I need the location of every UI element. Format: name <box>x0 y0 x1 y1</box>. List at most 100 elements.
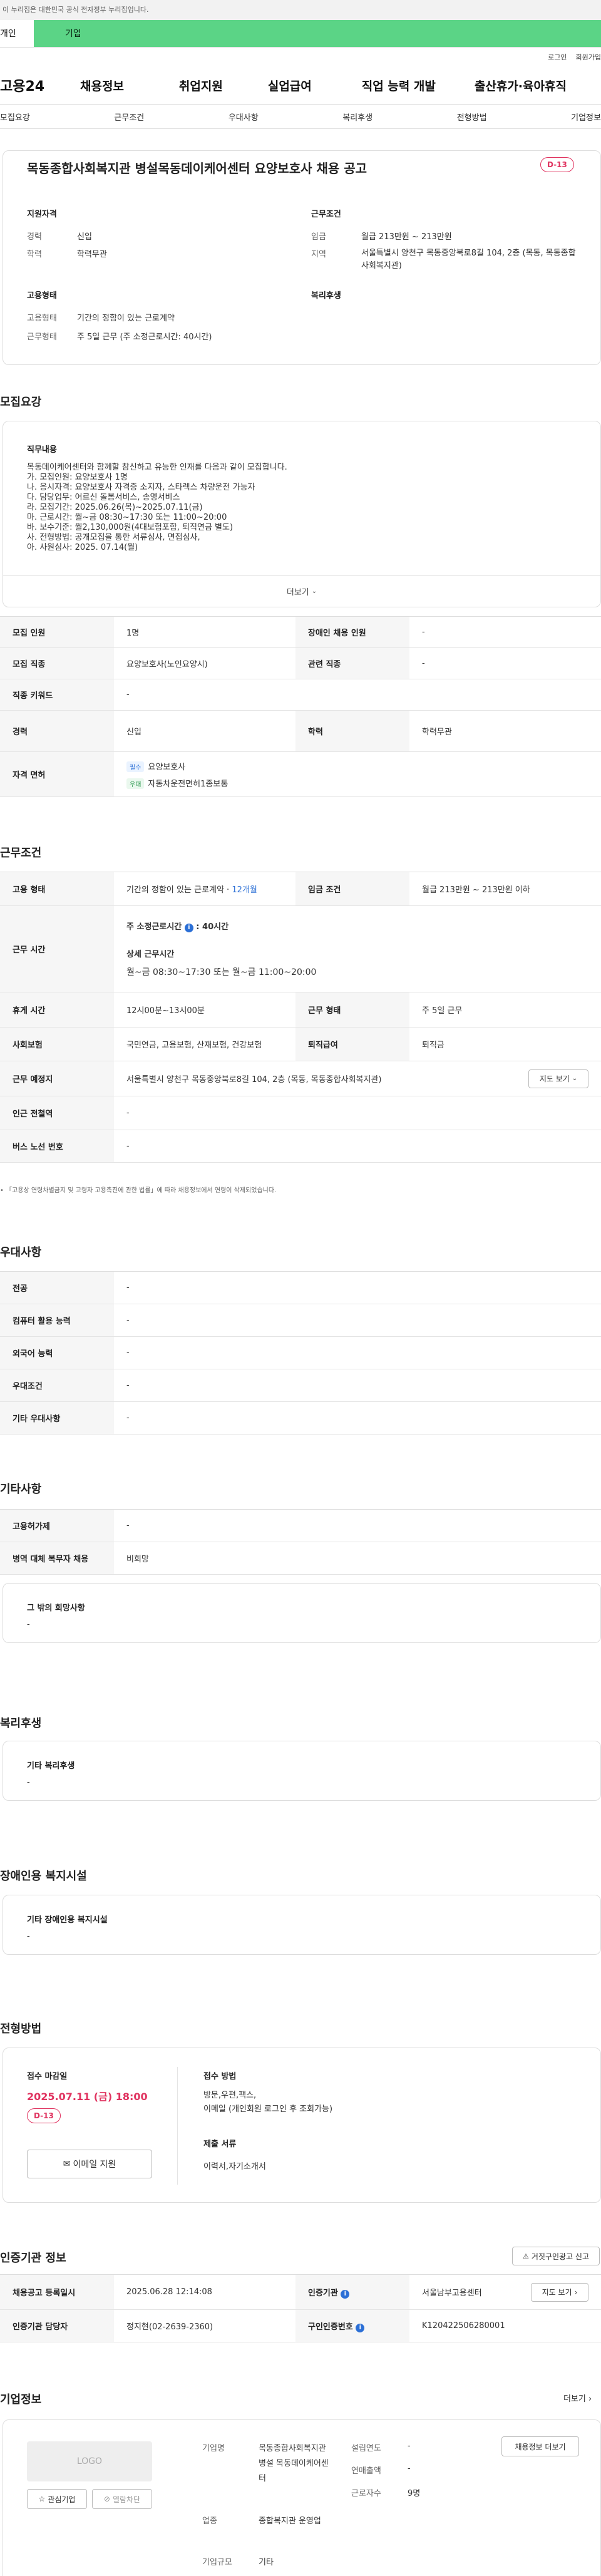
etype-months: 12개월 <box>232 885 257 895</box>
cell-value: K120422506280001 <box>409 2309 601 2342</box>
cell-value: - <box>114 1271 601 1304</box>
emp-heading: 고용형태 <box>27 291 57 301</box>
place-cell: 서울특별시 양천구 목동중앙북로8길 104, 2층 (목동, 목동종합사회복지… <box>114 1061 601 1096</box>
duty-line: 가. 모집인원: 요양보호사 1명 <box>27 473 128 482</box>
company-more-link[interactable]: 더보기 › <box>563 2392 592 2404</box>
duty-heading: 직무내용 <box>27 445 57 455</box>
docs-heading: 제출 서류 <box>203 2140 237 2149</box>
hours-detail-heading: 상세 근무시간 <box>126 950 175 959</box>
tab-corp[interactable]: 기업 <box>34 20 601 47</box>
tab-personal[interactable]: 개인 <box>0 20 34 47</box>
etype-key: 고용형태 <box>27 314 57 323</box>
join-link[interactable]: 회원가입 <box>576 52 601 62</box>
duty-line: 목동데이케어센터와 함께할 참신하고 유능한 인재를 다음과 같이 모집합니다. <box>27 463 287 472</box>
company-card: LOGO ☆ 관심기업 ⊘ 열람차단 기업명 목동종합사회복지관 병설 목동데이케어… <box>3 2419 601 2576</box>
cond-heading: 근무조건 <box>311 210 341 219</box>
login-link[interactable]: 로그인 <box>548 52 567 62</box>
gnb-item-leave[interactable]: 출산휴가·육아휴직 <box>475 77 567 94</box>
emp-value: 9명 <box>408 2489 421 2498</box>
cell-key: 외국어 능력 <box>0 1336 114 1369</box>
cell-key: 경력 <box>0 710 114 752</box>
disab-box-heading: 기타 장애인용 복지시설 <box>27 1915 108 1925</box>
org-value: 서울남부고용센터 <box>422 2289 482 2298</box>
age-note-text: 「고용상 연령차별금지 및 고령자 고용촉진에 관한 법률」에 따라 채용정보에… <box>6 1187 277 1194</box>
cell-value: 12시00분~13시00분 <box>114 992 295 1028</box>
cell-key: 퇴직급여 <box>295 1027 409 1061</box>
anchor-condition[interactable]: 근무조건 <box>114 111 144 123</box>
duty-line: 아. 사원심사: 2025. 07.14(월) <box>27 543 138 552</box>
gnb-item-employment[interactable]: 취업지원 <box>179 77 223 94</box>
gnb-item-benefit[interactable]: 실업급여 <box>268 77 312 94</box>
cert-map-label: 지도 보기 <box>542 2288 572 2297</box>
cell-key: 근무 시간 <box>0 905 114 992</box>
email-apply-button[interactable]: ✉ 이메일 지원 <box>27 2150 152 2178</box>
cell-value: - <box>409 647 601 679</box>
cell-key: 기타 우대사항 <box>0 1401 114 1435</box>
duty-line: 라. 모집기간: 2025.06.26(목)~2025.07.11(금) <box>27 503 203 512</box>
condition-heading: 근무조건 <box>0 847 42 860</box>
chevron-down-icon: ⌄ <box>311 588 317 595</box>
anchor-pref[interactable]: 우대사항 <box>229 111 259 123</box>
cert-table: 채용공고 등록일시 2025.06.28 12:14:08 인증기관 i 서울남부고용… <box>0 2274 601 2342</box>
cell-value: - <box>114 1304 601 1337</box>
cell-value: 2025.06.28 12:14:08 <box>114 2274 295 2310</box>
more-button[interactable]: 더보기 ⌄ <box>3 575 600 607</box>
email-apply-label: 이메일 지원 <box>73 2160 116 2170</box>
cell-key: 인근 전철역 <box>0 1096 114 1130</box>
cert-map-button[interactable]: 지도 보기 › <box>531 2282 588 2302</box>
cell-key: 병역 대체 복무자 채용 <box>0 1542 114 1575</box>
method-value-2: 이메일 (개인회원 로그인 후 조회가능) <box>203 2105 333 2114</box>
cert-heading: 인증기관 정보 <box>0 2252 66 2265</box>
hours-main-label: 주 소정근로시간 <box>126 922 182 932</box>
cell-value: 요양보호사(노인요양시) <box>114 647 295 679</box>
gov-banner: 이 누리집은 대한민국 공식 전자정부 누리집입니다. <box>0 0 601 20</box>
anchor-selection[interactable]: 전형방법 <box>457 111 487 123</box>
company-jobs-button[interactable]: 채용정보 더보기 <box>501 2436 579 2456</box>
cell-key: 고용허가제 <box>0 1509 114 1542</box>
site-logo[interactable]: 고용24 <box>0 75 80 95</box>
info-icon[interactable]: i <box>356 2323 365 2332</box>
name-value: 목동종합사회복지관 병설 목동데이케어센터 <box>259 2444 329 2483</box>
gnb-item-jobs[interactable]: 채용정보 <box>80 77 124 94</box>
license-name: 요양보호사 <box>148 762 186 772</box>
anchor-welfare[interactable]: 복리후생 <box>342 111 372 123</box>
size-key: 기업규모 <box>202 2558 232 2567</box>
duty-line: 마. 근로시간: 월~금 08:30~17:30 또는 11:00~20:00 <box>27 513 227 522</box>
cell-value: - <box>114 1401 601 1435</box>
disab-box-value: - <box>27 1932 30 1941</box>
divider <box>177 2067 178 2185</box>
cell-value: - <box>409 616 601 648</box>
report-button[interactable]: ⚠ 거짓구인광고 신고 <box>512 2247 600 2265</box>
org-key-label: 인증기관 <box>308 2288 338 2298</box>
gnb-item-training[interactable]: 직업 능력 개발 <box>362 77 436 94</box>
emp-key: 근로자수 <box>351 2489 381 2498</box>
cell-key: 고용 형태 <box>0 872 114 906</box>
anchor-company[interactable]: 기업정보 <box>571 111 601 123</box>
hours-detail: 월~금 08:30~17:30 또는 월~금 11:00~20:00 <box>126 967 317 977</box>
condition-table: 고용 형태 기간의 정함이 있는 근로계약 · 12개월 임금 조건 월급 213만원… <box>0 872 601 1163</box>
anchor-recruit[interactable]: 모집요강 <box>0 111 30 123</box>
map-button[interactable]: 지도 보기 ⌄ <box>528 1069 588 1088</box>
chevron-right-icon: › <box>588 2394 592 2404</box>
edu-value: 학력무관 <box>77 250 107 259</box>
cell-key: 근무 예정지 <box>0 1061 114 1096</box>
pref-table: 전공 - 컴퓨터 활용 능력 - 외국어 능력 - 우대조건 - 기타 우대사항 - <box>0 1271 601 1435</box>
selection-card: 접수 마감일 2025.07.11 (금) 18:00 D-13 ✉ 이메일 지원… <box>3 2048 601 2203</box>
cell-value: 주 5일 근무 <box>409 992 601 1028</box>
cell-value: 기간의 정함이 있는 근로계약 · 12개월 <box>114 872 295 906</box>
other-wish-card: 그 밖의 희망사항 - <box>3 1583 601 1643</box>
report-icon: ⚠ <box>522 2252 529 2260</box>
size-value: 기타 <box>259 2558 274 2567</box>
report-button-label: 거짓구인광고 신고 <box>531 2252 589 2261</box>
chevron-right-icon: › <box>574 2287 578 2297</box>
etc-table: 고용허가제 - 병역 대체 복무자 채용 비희망 <box>0 1509 601 1575</box>
fav-company-button[interactable]: ☆ 관심기업 <box>27 2489 87 2509</box>
fav-label: 관심기업 <box>48 2495 76 2504</box>
block-company-button[interactable]: ⊘ 열람차단 <box>92 2489 152 2509</box>
welfare-heading: 복리후생 <box>311 291 341 301</box>
chevron-down-icon: ⌄ <box>572 1075 578 1082</box>
recruit-heading: 모집요강 <box>0 396 42 409</box>
info-icon[interactable]: i <box>184 924 193 932</box>
info-icon[interactable]: i <box>341 2289 350 2299</box>
region-key: 지역 <box>311 250 326 259</box>
